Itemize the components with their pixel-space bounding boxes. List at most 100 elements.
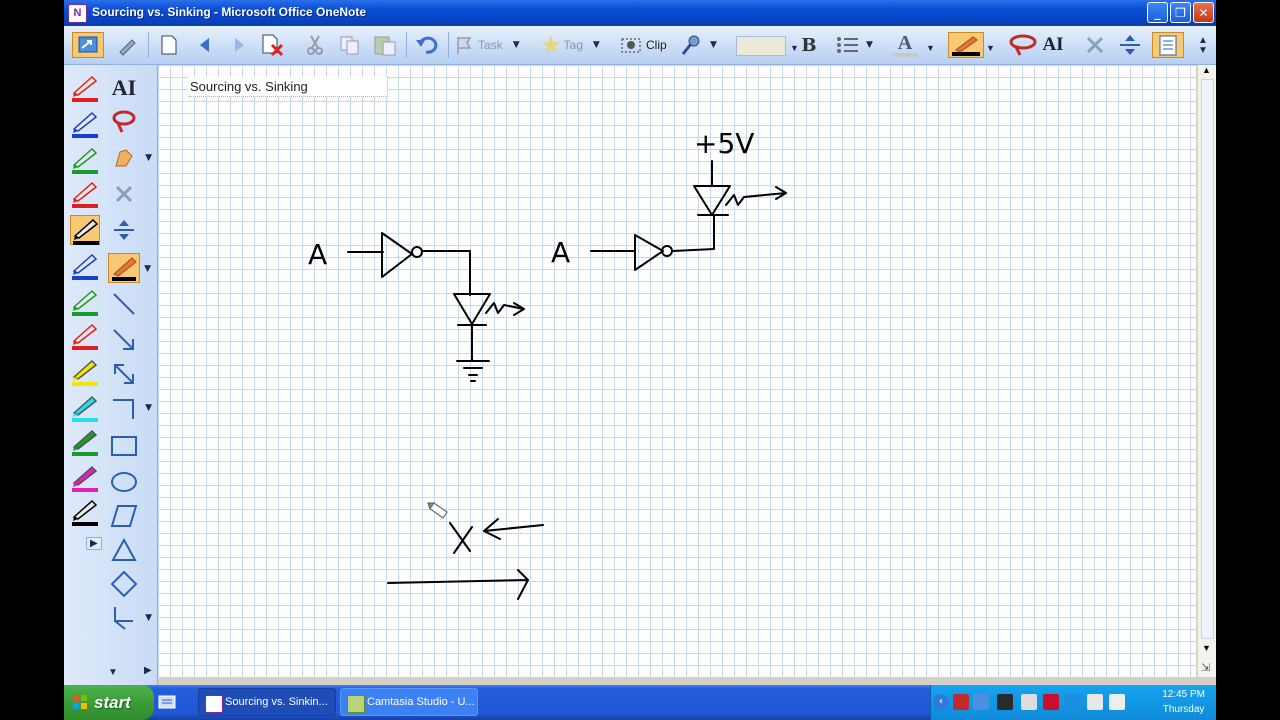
clock[interactable]: 12:45 PM Thursday bbox=[1162, 687, 1205, 717]
back-icon[interactable] bbox=[194, 32, 216, 58]
notebook-icon[interactable] bbox=[1152, 32, 1184, 58]
font-color-button[interactable]: A bbox=[892, 32, 918, 58]
chevron-down-icon[interactable]: ▼ bbox=[144, 264, 151, 274]
scroll-down-icon[interactable]: ▼ bbox=[1202, 643, 1211, 653]
view-icon[interactable] bbox=[72, 32, 104, 58]
tray-z-icon[interactable] bbox=[1065, 694, 1081, 710]
chevron-down-icon[interactable]: ▼ bbox=[145, 403, 152, 413]
cyan-highlighter-icon[interactable] bbox=[70, 393, 100, 423]
insert-space-tool-icon[interactable] bbox=[108, 215, 140, 245]
scroll-tools-down-icon[interactable]: ▼ bbox=[108, 667, 118, 678]
insert-space-icon[interactable] bbox=[1118, 32, 1142, 58]
pen-tool-selected-icon[interactable]: ▼ bbox=[108, 253, 151, 283]
blue-pen-icon[interactable] bbox=[70, 251, 100, 281]
green-pen-icon[interactable] bbox=[70, 287, 100, 317]
undo-icon[interactable] bbox=[414, 32, 440, 58]
clock-day: Thursday bbox=[1162, 704, 1205, 715]
start-button[interactable]: start bbox=[64, 685, 154, 720]
chevron-down-icon[interactable]: ▼ bbox=[145, 153, 152, 163]
panning-hand-icon[interactable]: ▼ bbox=[108, 143, 152, 173]
type-text-icon[interactable]: AI bbox=[1042, 32, 1064, 58]
audio-button[interactable]: ▼ bbox=[680, 32, 717, 58]
screen-clip-button[interactable]: Clip bbox=[620, 32, 667, 58]
green-highlighter-icon[interactable] bbox=[70, 427, 100, 457]
scrollbar-thumb[interactable] bbox=[1201, 79, 1214, 639]
toolbar-overflow-icon[interactable]: ▲ ▼ bbox=[1198, 36, 1208, 56]
type-text-tool-icon[interactable]: AI bbox=[108, 73, 140, 103]
clock-time: 12:45 PM bbox=[1162, 689, 1205, 700]
signal-icon[interactable] bbox=[997, 694, 1013, 710]
maximize-button[interactable]: ❐ bbox=[1170, 2, 1191, 23]
note-page[interactable]: Sourcing vs. Sinking A A +5V bbox=[158, 65, 1196, 677]
pen-tray-icon[interactable] bbox=[1087, 694, 1103, 710]
pen-button[interactable] bbox=[948, 32, 984, 58]
red-pen-icon[interactable] bbox=[70, 73, 100, 103]
graph-axes-tool-icon[interactable]: ▼ bbox=[108, 603, 152, 633]
tray-device-icon[interactable] bbox=[1109, 694, 1125, 710]
taskbar-item-onenote[interactable]: Sourcing vs. Sinkin... bbox=[198, 688, 336, 716]
lasso-tool-icon[interactable] bbox=[108, 107, 140, 137]
tag-button[interactable]: ★ Tag ▼ bbox=[540, 31, 600, 59]
chevron-down-icon[interactable]: ▼ bbox=[513, 40, 520, 50]
page-corner-icon[interactable]: ⇲ bbox=[1201, 661, 1210, 674]
paste-icon[interactable] bbox=[372, 32, 398, 58]
taskbar-item-camtasia[interactable]: Camtasia Studio - U... bbox=[340, 688, 478, 716]
camtasia-icon bbox=[347, 695, 365, 713]
chevron-down-icon[interactable]: ▼ bbox=[710, 40, 717, 50]
blue-pen-icon[interactable] bbox=[70, 109, 100, 139]
font-size-field[interactable] bbox=[736, 36, 786, 56]
tag-star-icon: ★ bbox=[540, 31, 562, 59]
yellow-highlighter-icon[interactable] bbox=[70, 357, 100, 387]
eraser-tool-icon[interactable] bbox=[108, 179, 140, 209]
pen-palette: AI ▼ ▼ ▼ ▼ ▶ ▼ ▶ bbox=[64, 65, 158, 685]
tray-app-icon[interactable] bbox=[953, 694, 969, 710]
green-pen-icon[interactable] bbox=[70, 145, 100, 175]
chevron-down-icon[interactable]: ▼ bbox=[866, 40, 873, 50]
lasso-icon[interactable] bbox=[1008, 32, 1038, 58]
chevron-down-icon[interactable]: ▼ bbox=[986, 43, 995, 53]
ellipse-tool-icon[interactable] bbox=[108, 467, 140, 497]
diamond-tool-icon[interactable] bbox=[108, 569, 140, 599]
red-pen-icon[interactable] bbox=[70, 179, 100, 209]
network-icon[interactable] bbox=[973, 694, 989, 710]
chevron-down-icon[interactable]: ▼ bbox=[145, 613, 152, 623]
rectangle-tool-icon[interactable] bbox=[108, 431, 140, 461]
task-button[interactable]: Task ▼ bbox=[454, 32, 520, 58]
eraser-icon[interactable] bbox=[1084, 32, 1106, 58]
minimize-button[interactable]: _ bbox=[1147, 2, 1168, 23]
chevron-down-icon[interactable]: ▼ bbox=[593, 40, 600, 50]
new-page-icon[interactable] bbox=[158, 32, 180, 58]
scroll-up-icon[interactable]: ▲ bbox=[1202, 65, 1211, 75]
forward-icon[interactable] bbox=[228, 32, 250, 58]
onenote-app-icon[interactable]: N bbox=[68, 4, 87, 23]
cut-icon[interactable] bbox=[304, 32, 326, 58]
clip-label: Clip bbox=[646, 38, 667, 52]
expand-tools-icon[interactable]: ▶ bbox=[144, 665, 152, 676]
black-pen-icon[interactable] bbox=[70, 215, 100, 245]
red-pen-icon[interactable] bbox=[70, 321, 100, 351]
audio-icon bbox=[681, 35, 700, 55]
quick-launch-icon[interactable] bbox=[158, 693, 178, 711]
line-tool-icon[interactable] bbox=[108, 289, 140, 319]
arrow-tool-icon[interactable] bbox=[108, 325, 140, 355]
delete-icon[interactable] bbox=[260, 32, 286, 58]
bullets-button[interactable]: ▼ bbox=[836, 32, 873, 58]
triangle-tool-icon[interactable] bbox=[108, 535, 140, 565]
magenta-highlighter-icon[interactable] bbox=[70, 463, 100, 493]
antivirus-icon[interactable] bbox=[1043, 694, 1059, 710]
title-bar: N Sourcing vs. Sinking - Microsoft Offic… bbox=[64, 0, 1216, 26]
vertical-scrollbar[interactable]: ▲ ▼ ⇲ bbox=[1197, 65, 1216, 677]
axis-tool-icon[interactable]: ▼ bbox=[108, 393, 152, 423]
copy-icon[interactable] bbox=[338, 32, 362, 58]
tray-expand-icon[interactable]: ‹ bbox=[933, 694, 949, 710]
tray-program-icon[interactable] bbox=[1021, 694, 1037, 710]
pen-tool-icon[interactable] bbox=[116, 32, 138, 58]
close-button[interactable]: ✕ bbox=[1193, 2, 1214, 23]
bold-button[interactable]: B bbox=[798, 32, 820, 58]
task-label: Task bbox=[478, 38, 503, 52]
parallelogram-tool-icon[interactable] bbox=[108, 501, 140, 531]
double-arrow-tool-icon[interactable] bbox=[108, 359, 140, 389]
black-pen-icon[interactable] bbox=[70, 497, 100, 527]
expand-pens-icon[interactable]: ▶ bbox=[86, 537, 102, 550]
chevron-down-icon[interactable]: ▼ bbox=[926, 43, 935, 53]
